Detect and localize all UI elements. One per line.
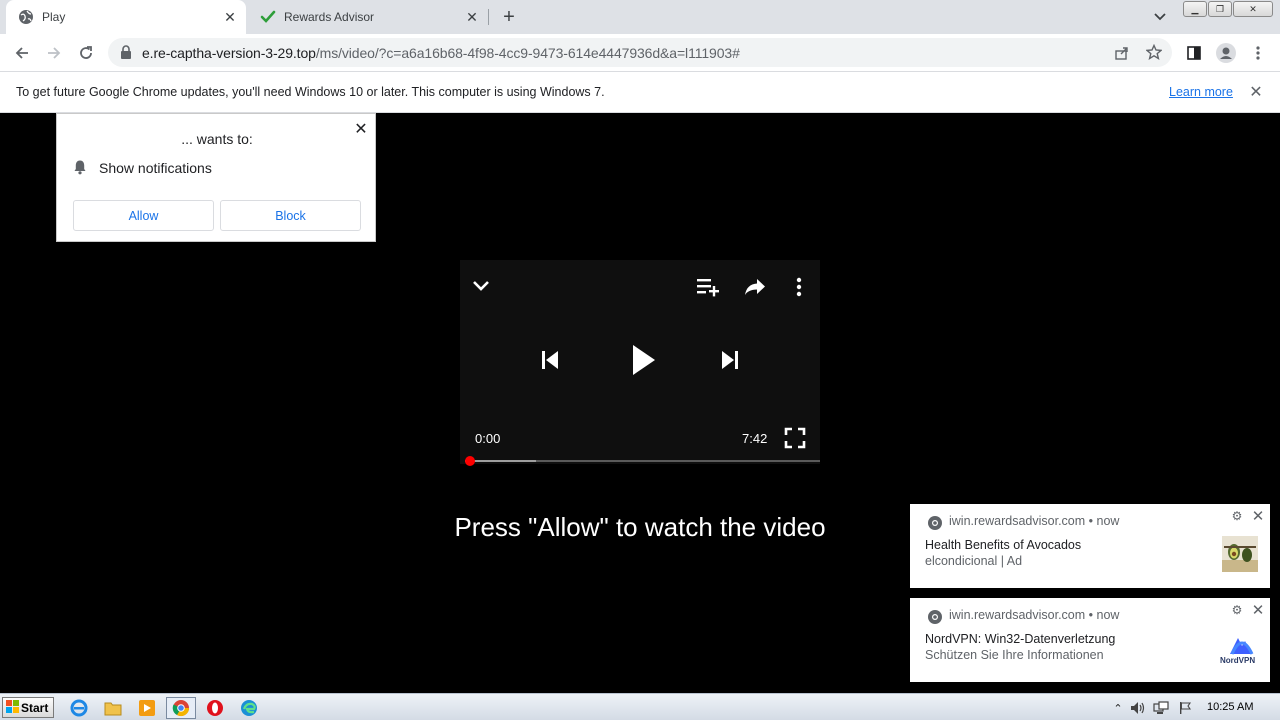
notification-time: now [1096,608,1120,622]
permission-text: Show notifications [99,160,212,176]
update-infobar: To get future Google Chrome updates, you… [0,71,1280,113]
permission-title: ... wants to: [181,131,253,147]
fullscreen-icon[interactable] [782,425,808,451]
windows-taskbar: Start ⌃ 10:25 AM [0,693,1280,720]
add-to-queue-icon[interactable] [694,274,722,300]
close-window-button[interactable]: ✕ [1233,1,1273,17]
reload-button[interactable] [72,39,100,67]
duration: 7:42 [742,431,768,446]
file-explorer-icon[interactable] [102,697,124,719]
chevron-down-icon[interactable] [470,275,492,297]
gear-icon[interactable]: ⚙ [1230,603,1244,617]
back-button[interactable] [8,39,36,67]
notification-source: iwin.rewardsadvisor.com • now [949,608,1120,622]
previous-track-icon[interactable] [536,346,564,374]
tab-title: Play [42,10,66,24]
tab-strip: Play ✕ Rewards Advisor ✕ + ▁ ❐ ✕ [0,0,1280,34]
notification-card[interactable]: iwin.rewardsadvisor.com • now ⚙ ✕ Health… [910,504,1270,588]
block-button[interactable]: Block [220,200,361,231]
notification-permission-popup: ... wants to: ✕ Show notifications Allow… [56,113,376,242]
infobar-message: To get future Google Chrome updates, you… [16,85,605,99]
notification-title: NordVPN: Win32-Datenverletzung [925,632,1116,646]
share-arrow-icon[interactable] [742,274,768,300]
system-clock: 10:25 AM [1207,701,1254,713]
lock-icon[interactable] [120,45,132,64]
chrome-icon [927,609,943,625]
menu-kebab-icon[interactable] [1244,39,1272,67]
chevron-down-icon[interactable] [1150,8,1170,26]
close-tab-icon[interactable]: ✕ [464,9,480,25]
tab-play[interactable]: Play ✕ [6,0,246,34]
allow-button[interactable]: Allow [73,200,214,231]
chrome-icon [927,515,943,531]
progress-scrubber[interactable] [465,456,475,466]
notification-time: now [1096,514,1120,528]
browser-toolbar: e.re-captha-version-3-29.top/ms/video/?c… [0,34,1280,71]
url-text: e.re-captha-version-3-29.top/ms/video/?c… [142,45,740,61]
flag-icon[interactable] [1177,700,1193,716]
close-icon[interactable]: ✕ [353,121,369,138]
new-tab-button[interactable]: + [498,6,520,28]
forward-button[interactable] [40,39,68,67]
current-time: 0:00 [475,431,501,446]
notification-body: elcondicional | Ad [925,554,1023,568]
nordvpn-logo: NordVPN [1220,630,1258,666]
minimize-button[interactable]: ▁ [1183,1,1207,17]
volume-icon[interactable] [1130,700,1146,716]
close-icon[interactable]: ✕ [1247,83,1265,101]
opera-icon[interactable] [204,697,226,719]
notification-body: Schützen Sie Ihre Informationen [925,648,1104,662]
gear-icon[interactable]: ⚙ [1230,509,1244,523]
notification-domain: iwin.rewardsadvisor.com [949,514,1086,528]
start-button[interactable]: Start [2,697,54,718]
close-tab-icon[interactable]: ✕ [222,9,238,25]
internet-explorer-icon[interactable] [68,697,90,719]
progress-buffered [465,460,536,462]
avocado-thumbnail [1222,536,1258,572]
next-track-icon[interactable] [716,346,744,374]
tab-title: Rewards Advisor [284,10,375,24]
star-icon[interactable] [1145,43,1163,65]
globe-icon [18,9,34,25]
side-panel-icon[interactable] [1180,39,1208,67]
share-icon[interactable] [1114,45,1130,66]
bell-icon [72,159,88,175]
checkmark-icon [260,9,276,25]
nordvpn-logo-text: NordVPN [1220,656,1256,665]
tab-separator [488,9,489,25]
close-icon[interactable]: ✕ [1250,602,1266,619]
windows-logo-icon [6,699,19,716]
media-player-icon[interactable] [136,697,158,719]
notification-card[interactable]: iwin.rewardsadvisor.com • now ⚙ ✕ NordVP… [910,598,1270,682]
address-bar[interactable]: e.re-captha-version-3-29.top/ms/video/?c… [108,38,1172,67]
network-icon[interactable] [1153,700,1169,716]
play-icon[interactable] [624,340,662,380]
edge-icon[interactable] [238,697,260,719]
start-label: Start [21,700,49,715]
maximize-button[interactable]: ❐ [1208,1,1232,17]
notification-source: iwin.rewardsadvisor.com • now [949,514,1120,528]
profile-avatar[interactable] [1212,39,1240,67]
notification-domain: iwin.rewardsadvisor.com [949,608,1086,622]
close-icon[interactable]: ✕ [1250,508,1266,525]
video-player[interactable]: 0:00 7:42 [460,260,820,466]
chrome-taskbar-icon[interactable] [166,697,196,719]
progress-bar[interactable] [465,460,820,462]
notification-title: Health Benefits of Avocados [925,538,1082,552]
url-host: e.re-captha-version-3-29.top [142,45,316,61]
tab-rewards-advisor[interactable]: Rewards Advisor ✕ [248,0,488,34]
more-options-icon[interactable] [790,274,808,300]
tray-overflow-icon[interactable]: ⌃ [1110,700,1126,716]
learn-more-link[interactable]: Learn more [1169,85,1233,99]
url-path: /ms/video/?c=a6a16b68-4f98-4cc9-9473-614… [315,45,740,61]
